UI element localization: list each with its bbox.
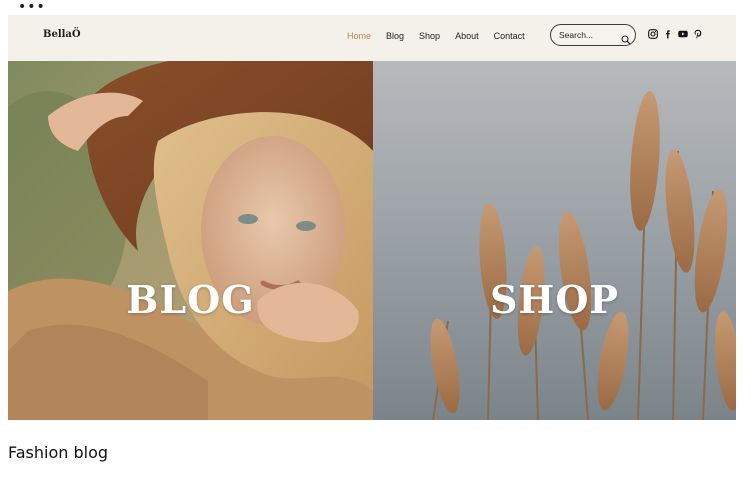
- template-caption: Fashion blog: [8, 443, 109, 462]
- more-options-icon[interactable]: •••: [18, 0, 46, 14]
- search-input[interactable]: [559, 29, 615, 41]
- facebook-icon[interactable]: [663, 29, 673, 39]
- nav-about-link[interactable]: About: [455, 30, 479, 42]
- website-preview: BellaÖ Home Blog Shop About Contact Sear…: [8, 15, 736, 420]
- pinterest-icon[interactable]: [693, 29, 703, 39]
- blog-photo: [8, 61, 373, 420]
- blog-panel[interactable]: BLOG: [8, 61, 373, 420]
- shop-panel[interactable]: SHOP: [373, 61, 736, 420]
- nav-home-link[interactable]: Home: [347, 30, 371, 42]
- nav-blog-link[interactable]: Blog: [386, 30, 404, 42]
- shop-photo: [373, 61, 736, 420]
- blog-heading[interactable]: BLOG: [8, 277, 373, 322]
- shop-heading[interactable]: SHOP: [373, 277, 736, 322]
- nav-shop-link[interactable]: Shop: [419, 30, 440, 42]
- social-links: [648, 29, 708, 39]
- site-header: BellaÖ Home Blog Shop About Contact: [8, 15, 736, 61]
- nav-contact-link[interactable]: Contact: [494, 30, 525, 42]
- site-logo[interactable]: BellaÖ: [43, 29, 81, 40]
- main-nav: Home Blog Shop About Contact: [347, 30, 540, 42]
- search-box[interactable]: [550, 24, 636, 46]
- instagram-icon[interactable]: [648, 29, 658, 39]
- youtube-icon[interactable]: [678, 29, 688, 39]
- search-icon[interactable]: [621, 30, 631, 45]
